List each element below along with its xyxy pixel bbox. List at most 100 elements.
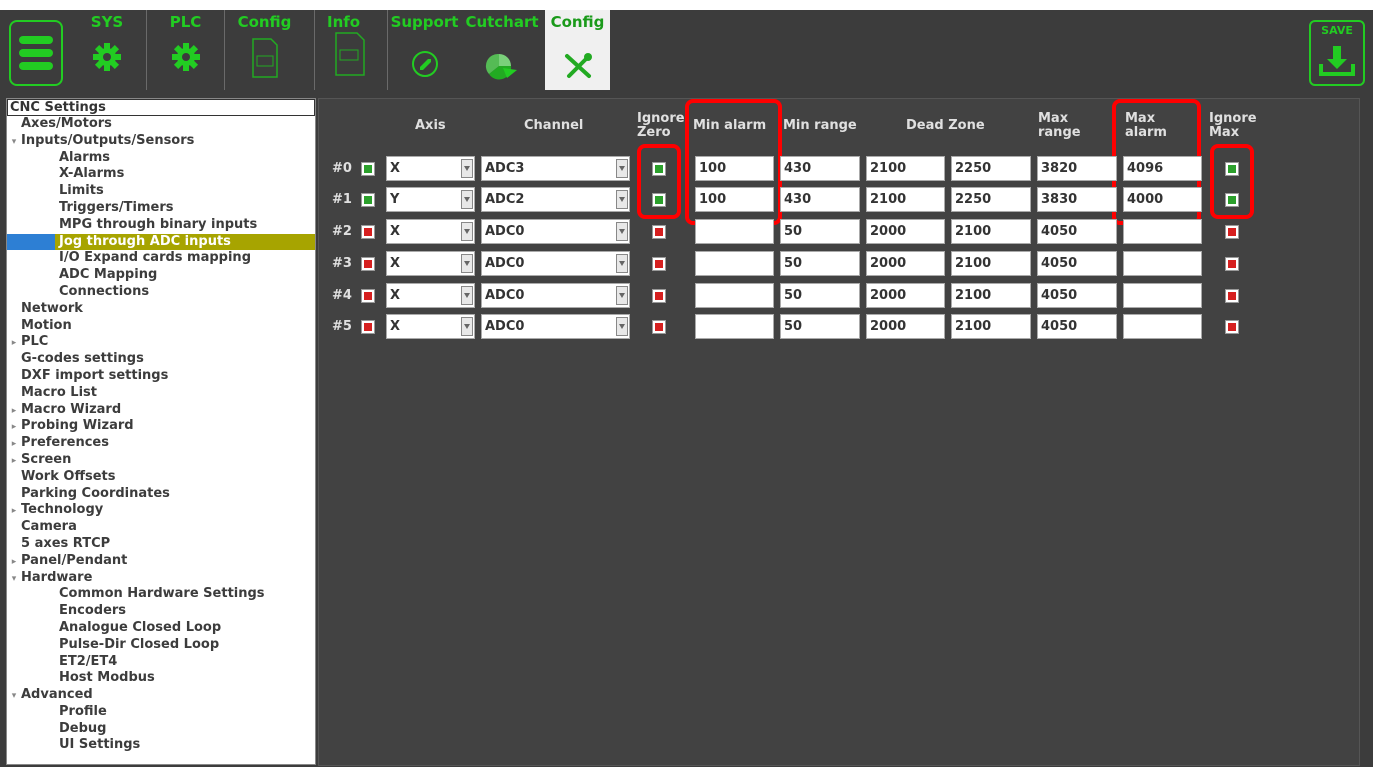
dead-zone-low-input[interactable]: 2100 [866, 187, 945, 212]
tree-item-limits[interactable]: Limits [7, 183, 315, 200]
channel-select[interactable]: ADC0 [481, 283, 630, 308]
tree-item-network[interactable]: Network [7, 301, 315, 318]
ignore-zero-checkbox[interactable] [652, 225, 666, 239]
row-enable-checkbox[interactable] [361, 320, 375, 334]
min-alarm-input[interactable] [695, 251, 774, 276]
expanded-arrow-icon[interactable]: ▾ [7, 134, 21, 150]
dead-zone-high-input[interactable]: 2250 [951, 187, 1031, 212]
tree-item-work-offsets[interactable]: Work Offsets [7, 469, 315, 486]
settings-tree[interactable]: CNC Settings Axes/Motors ▾ Inputs/Outputs/S… [6, 98, 316, 765]
tree-item-jog-through-adc-inputs[interactable]: Jog through ADC inputs [7, 233, 315, 251]
collapsed-arrow-icon[interactable]: ▸ [7, 403, 21, 419]
chevron-down-icon[interactable] [461, 159, 473, 178]
channel-select[interactable]: ADC0 [481, 219, 630, 244]
tree-item-axes-motors[interactable]: Axes/Motors [7, 116, 315, 133]
tree-item-motion[interactable]: Motion [7, 318, 315, 335]
axis-select[interactable]: X [386, 156, 475, 181]
ignore-max-checkbox[interactable] [1225, 257, 1239, 271]
max-range-input[interactable]: 3820 [1037, 156, 1117, 181]
ignore-zero-checkbox[interactable] [652, 289, 666, 303]
tree-item-debug[interactable]: Debug [7, 721, 315, 738]
min-alarm-input[interactable] [695, 219, 774, 244]
chevron-down-icon[interactable] [616, 286, 628, 305]
tree-item-parking-coordinates[interactable]: Parking Coordinates [7, 486, 315, 503]
tree-item-preferences[interactable]: ▸ Preferences [7, 435, 315, 452]
ignore-zero-checkbox[interactable] [652, 162, 666, 176]
tree-item-profile[interactable]: Profile [7, 704, 315, 721]
max-range-input[interactable]: 4050 [1037, 219, 1117, 244]
tree-item-hardware[interactable]: ▾ Hardware [7, 570, 315, 587]
min-range-input[interactable]: 50 [780, 219, 860, 244]
ignore-max-checkbox[interactable] [1225, 193, 1239, 207]
tree-item-screen[interactable]: ▸ Screen [7, 452, 315, 469]
axis-select[interactable]: X [386, 283, 475, 308]
ignore-max-checkbox[interactable] [1225, 225, 1239, 239]
tree-item-macro-wizard[interactable]: ▸ Macro Wizard [7, 402, 315, 419]
tab-info[interactable]: Info [314, 10, 384, 90]
min-range-input[interactable]: 430 [780, 187, 860, 212]
dead-zone-high-input[interactable]: 2100 [951, 219, 1031, 244]
tree-item-analogue-closed-loop[interactable]: Analogue Closed Loop [7, 620, 315, 637]
chevron-down-icon[interactable] [461, 222, 473, 241]
row-enable-checkbox[interactable] [361, 289, 375, 303]
min-range-input[interactable]: 50 [780, 314, 860, 339]
max-alarm-input[interactable] [1123, 283, 1202, 308]
ignore-max-checkbox[interactable] [1225, 162, 1239, 176]
tab-config-1[interactable]: Config [224, 10, 304, 90]
channel-select[interactable]: ADC3 [481, 156, 630, 181]
dead-zone-low-input[interactable]: 2000 [866, 219, 945, 244]
ignore-max-checkbox[interactable] [1225, 320, 1239, 334]
dead-zone-high-input[interactable]: 2100 [951, 283, 1031, 308]
collapsed-arrow-icon[interactable]: ▸ [7, 436, 21, 452]
tab-cutchart[interactable]: Cutchart [461, 10, 543, 90]
dead-zone-low-input[interactable]: 2000 [866, 251, 945, 276]
tree-item-i-o-expand-cards-mapping[interactable]: I/O Expand cards mapping [7, 250, 315, 267]
tree-item-triggers-timers[interactable]: Triggers/Timers [7, 200, 315, 217]
tree-item-probing-wizard[interactable]: ▸ Probing Wizard [7, 418, 315, 435]
max-alarm-input[interactable]: 4096 [1123, 156, 1202, 181]
chevron-down-icon[interactable] [616, 190, 628, 209]
chevron-down-icon[interactable] [616, 159, 628, 178]
tab-support[interactable]: Support [387, 10, 461, 90]
chevron-down-icon[interactable] [616, 254, 628, 273]
max-alarm-input[interactable]: 4000 [1123, 187, 1202, 212]
tree-item-dxf-import-settings[interactable]: DXF import settings [7, 368, 315, 385]
dead-zone-low-input[interactable]: 2000 [866, 314, 945, 339]
chevron-down-icon[interactable] [616, 222, 628, 241]
max-alarm-input[interactable] [1123, 251, 1202, 276]
collapsed-arrow-icon[interactable]: ▸ [7, 453, 21, 469]
max-alarm-input[interactable] [1123, 314, 1202, 339]
min-alarm-input[interactable] [695, 314, 774, 339]
collapsed-arrow-icon[interactable]: ▸ [7, 335, 21, 351]
tree-item-alarms[interactable]: Alarms [7, 150, 315, 167]
tree-item-pulse-dir-closed-loop[interactable]: Pulse-Dir Closed Loop [7, 637, 315, 654]
row-enable-checkbox[interactable] [361, 162, 375, 176]
collapsed-arrow-icon[interactable]: ▸ [7, 503, 21, 519]
tree-item-connections[interactable]: Connections [7, 284, 315, 301]
tree-item-camera[interactable]: Camera [7, 519, 315, 536]
dead-zone-high-input[interactable]: 2100 [951, 251, 1031, 276]
dead-zone-low-input[interactable]: 2000 [866, 283, 945, 308]
tree-item-ui-settings[interactable]: UI Settings [7, 737, 315, 754]
expanded-arrow-icon[interactable]: ▾ [7, 571, 21, 587]
collapsed-arrow-icon[interactable]: ▸ [7, 419, 21, 435]
tab-sys[interactable]: SYS [68, 10, 146, 90]
tree-item-panel-pendant[interactable]: ▸ Panel/Pendant [7, 553, 315, 570]
max-range-input[interactable]: 3830 [1037, 187, 1117, 212]
chevron-down-icon[interactable] [461, 190, 473, 209]
min-range-input[interactable]: 430 [780, 156, 860, 181]
tree-item-mpg-through-binary-inputs[interactable]: MPG through binary inputs [7, 217, 315, 234]
min-alarm-input[interactable]: 100 [695, 156, 774, 181]
row-enable-checkbox[interactable] [361, 193, 375, 207]
row-enable-checkbox[interactable] [361, 225, 375, 239]
chevron-down-icon[interactable] [461, 286, 473, 305]
row-enable-checkbox[interactable] [361, 257, 375, 271]
main-menu-button[interactable] [9, 20, 63, 86]
ignore-zero-checkbox[interactable] [652, 257, 666, 271]
tree-item-macro-list[interactable]: Macro List [7, 385, 315, 402]
min-alarm-input[interactable] [695, 283, 774, 308]
tree-item-x-alarms[interactable]: X-Alarms [7, 166, 315, 183]
dead-zone-high-input[interactable]: 2250 [951, 156, 1031, 181]
collapsed-arrow-icon[interactable]: ▸ [7, 554, 21, 570]
channel-select[interactable]: ADC0 [481, 251, 630, 276]
